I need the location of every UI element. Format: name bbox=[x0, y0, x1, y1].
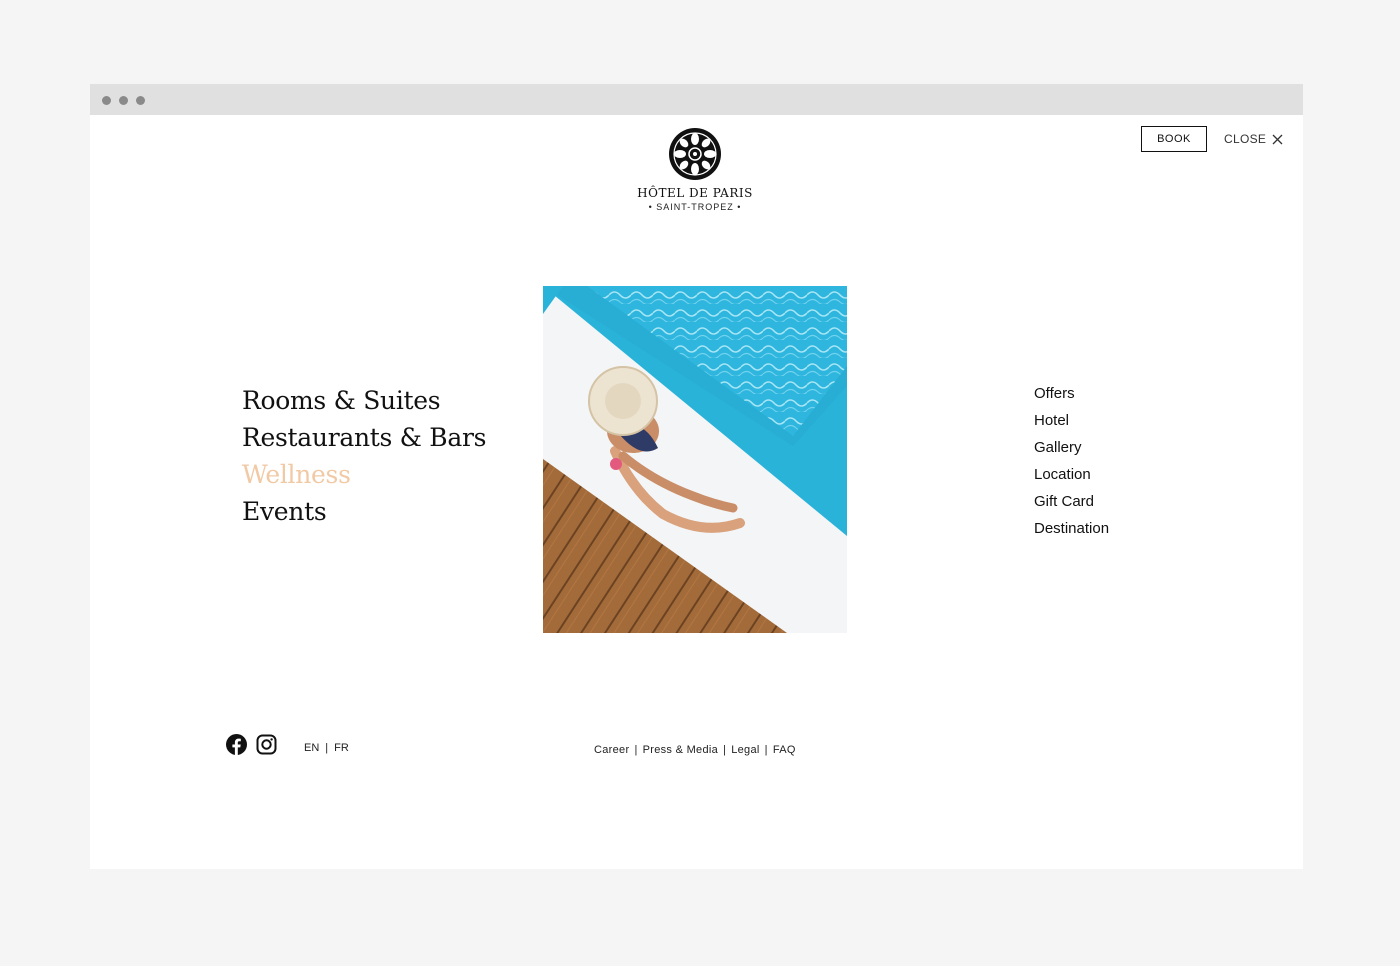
logo-emblem-icon bbox=[669, 128, 721, 180]
close-icon bbox=[1272, 134, 1283, 144]
browser-title-bar bbox=[90, 84, 1303, 115]
footer-link-legal[interactable]: Legal bbox=[731, 744, 759, 756]
logo-name: HÔTEL DE PARIS bbox=[637, 186, 753, 200]
nav-item-gift-card[interactable]: Gift Card bbox=[1034, 488, 1109, 515]
footer-separator: | bbox=[764, 744, 768, 756]
nav-item-destination[interactable]: Destination bbox=[1034, 515, 1109, 542]
nav-item-gallery[interactable]: Gallery bbox=[1034, 434, 1109, 461]
footer-link-career[interactable]: Career bbox=[594, 744, 629, 756]
browser-window: HÔTEL DE PARIS • SAINT-TROPEZ • BOOK CLO… bbox=[90, 84, 1303, 869]
hotel-logo[interactable]: HÔTEL DE PARIS • SAINT-TROPEZ • bbox=[630, 126, 760, 212]
footer-link-press-media[interactable]: Press & Media bbox=[643, 744, 718, 756]
nav-item-rooms-suites[interactable]: Rooms & Suites bbox=[242, 382, 486, 419]
lang-fr[interactable]: FR bbox=[334, 742, 349, 754]
instagram-icon[interactable] bbox=[256, 734, 277, 760]
nav-item-wellness[interactable]: Wellness bbox=[242, 456, 486, 493]
facebook-icon[interactable] bbox=[226, 734, 247, 760]
window-dot bbox=[102, 96, 111, 105]
nav-item-offers[interactable]: Offers bbox=[1034, 380, 1109, 407]
lang-en[interactable]: EN bbox=[304, 742, 319, 754]
hero-image bbox=[543, 286, 847, 633]
footer-link-faq[interactable]: FAQ bbox=[773, 744, 796, 756]
window-dot bbox=[119, 96, 128, 105]
secondary-nav: Offers Hotel Gallery Location Gift Card … bbox=[1034, 380, 1109, 542]
primary-nav: Rooms & Suites Restaurants & Bars Wellne… bbox=[242, 382, 486, 530]
nav-item-hotel[interactable]: Hotel bbox=[1034, 407, 1109, 434]
nav-item-location[interactable]: Location bbox=[1034, 461, 1109, 488]
language-switch: EN | FR bbox=[304, 742, 349, 754]
nav-item-restaurants-bars[interactable]: Restaurants & Bars bbox=[242, 419, 486, 456]
footer-links: Career | Press & Media | Legal | FAQ bbox=[594, 744, 796, 756]
close-button[interactable]: CLOSE bbox=[1224, 130, 1283, 148]
lang-separator: | bbox=[325, 742, 329, 754]
nav-item-events[interactable]: Events bbox=[242, 493, 486, 530]
window-dot bbox=[136, 96, 145, 105]
footer-separator: | bbox=[634, 744, 638, 756]
social-links bbox=[226, 734, 277, 760]
footer-separator: | bbox=[723, 744, 727, 756]
logo-subtitle: • SAINT-TROPEZ • bbox=[648, 202, 742, 212]
book-button[interactable]: BOOK bbox=[1141, 126, 1207, 152]
close-label: CLOSE bbox=[1224, 132, 1267, 146]
